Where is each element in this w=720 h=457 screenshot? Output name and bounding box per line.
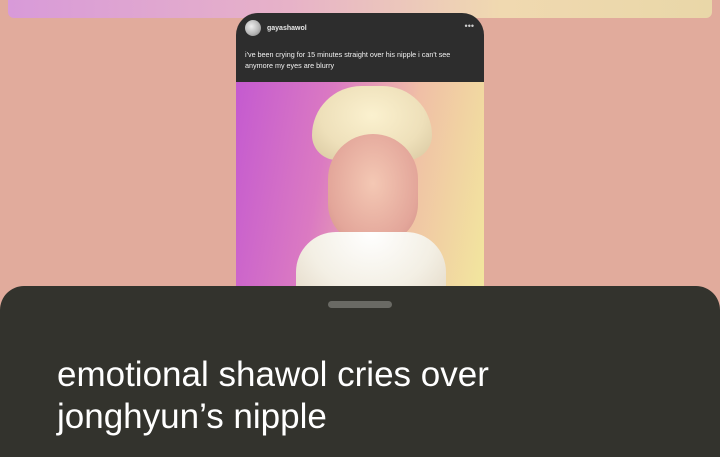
post-photo [236, 82, 484, 291]
photo-turtleneck [296, 232, 446, 291]
avatar [245, 20, 261, 36]
post-screenshot-card[interactable]: gayashawol ••• i've been crying for 15 m… [236, 13, 484, 291]
photo-face [328, 134, 418, 244]
username: gayashawol [267, 24, 307, 32]
more-dots-icon[interactable]: ••• [465, 21, 474, 31]
bottom-sheet: emotional shawol cries over jonghyun’s n… [0, 286, 720, 457]
post-header: gayashawol ••• [236, 13, 484, 43]
post-text: i've been crying for 15 minutes straight… [245, 50, 451, 70]
pin-title: emotional shawol cries over jonghyun’s n… [57, 355, 489, 436]
drag-handle[interactable] [328, 301, 392, 308]
